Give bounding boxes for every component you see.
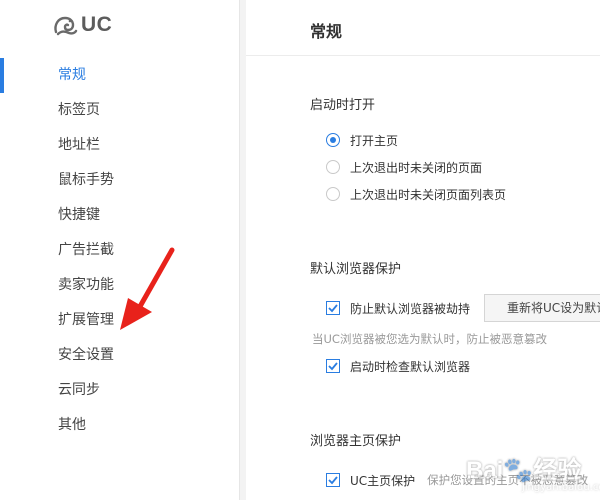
sidebar-item-other[interactable]: 其他 (0, 408, 240, 443)
set-default-browser-button[interactable]: 重新将UC设为默认 (484, 294, 600, 322)
radio-label: 上次退出时未关闭的页面 (350, 160, 483, 175)
uc-homepage-protect-hint: 保护您设置的主页不被恶意篡改 (427, 473, 589, 487)
check-default-on-startup-label: 启动时检查默认浏览器 (350, 359, 471, 374)
prevent-hijack-row[interactable]: 防止默认浏览器被劫持 (326, 298, 470, 318)
sidebar-item-tabs[interactable]: 标签页 (0, 93, 240, 128)
sidebar-item-seller-tools[interactable]: 卖家功能 (0, 268, 240, 303)
uc-homepage-protect-checkbox[interactable] (326, 473, 340, 487)
startup-option-last-session-list[interactable]: 上次退出时未关闭页面列表页 (326, 184, 506, 204)
checkmark-icon (328, 362, 338, 371)
uc-homepage-protect-row[interactable]: UC主页保护 保护您设置的主页不被恶意篡改 (326, 470, 588, 490)
radio-button[interactable] (326, 187, 340, 201)
check-default-on-startup-row[interactable]: 启动时检查默认浏览器 (326, 356, 470, 376)
settings-sidebar: UC 常规 标签页 地址栏 鼠标手势 快捷键 广告拦截 卖家功能 扩展管理 安全… (0, 0, 240, 500)
logo-text: UC (81, 13, 113, 36)
radio-label: 上次退出时未关闭页面列表页 (350, 187, 507, 202)
sidebar-nav: 常规 标签页 地址栏 鼠标手势 快捷键 广告拦截 卖家功能 扩展管理 安全设置 … (0, 58, 240, 443)
sidebar-item-security[interactable]: 安全设置 (0, 338, 240, 373)
uc-homepage-protect-label: UC主页保护 (350, 473, 416, 488)
default-browser-hint: 当UC浏览器被您选为默认时，防止被恶意篡改 (312, 332, 547, 346)
sidebar-item-ad-block[interactable]: 广告拦截 (0, 233, 240, 268)
prevent-hijack-checkbox[interactable] (326, 301, 340, 315)
homepage-section-title: 浏览器主页保护 (310, 434, 402, 449)
radio-label: 打开主页 (350, 133, 399, 148)
settings-content: 常规 启动时打开 打开主页 上次退出时未关闭的页面 上次退出时未关闭页面列表页 … (246, 0, 600, 500)
uc-logo: UC (52, 10, 112, 40)
content-header: 常规 (246, 0, 600, 56)
page-title: 常规 (310, 22, 343, 41)
sidebar-item-extensions[interactable]: 扩展管理 (0, 303, 240, 338)
uc-squirrel-icon (54, 16, 78, 36)
startup-section-title: 启动时打开 (310, 98, 376, 113)
radio-button-checked[interactable] (326, 133, 340, 147)
startup-option-homepage[interactable]: 打开主页 (326, 130, 398, 150)
prevent-hijack-label: 防止默认浏览器被劫持 (350, 301, 471, 316)
checkmark-icon (328, 476, 338, 485)
radio-button[interactable] (326, 160, 340, 174)
check-default-on-startup-checkbox[interactable] (326, 359, 340, 373)
sidebar-item-mouse-gestures[interactable]: 鼠标手势 (0, 163, 240, 198)
sidebar-item-general[interactable]: 常规 (0, 58, 240, 93)
default-browser-section-title: 默认浏览器保护 (310, 262, 402, 277)
sidebar-item-address-bar[interactable]: 地址栏 (0, 128, 240, 163)
sidebar-item-cloud-sync[interactable]: 云同步 (0, 373, 240, 408)
checkmark-icon (328, 304, 338, 313)
startup-option-last-session[interactable]: 上次退出时未关闭的页面 (326, 157, 482, 177)
sidebar-item-shortcuts[interactable]: 快捷键 (0, 198, 240, 233)
